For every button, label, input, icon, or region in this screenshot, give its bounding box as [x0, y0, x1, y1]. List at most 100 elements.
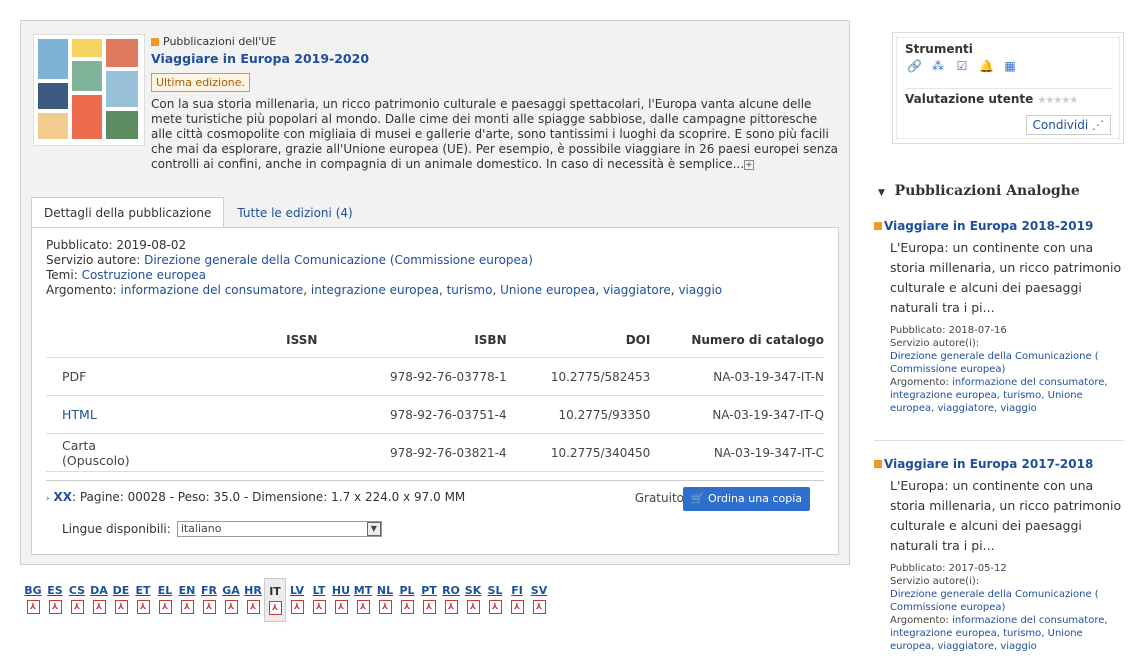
lang-en[interactable]: EN ⅄ [176, 578, 198, 622]
lang-code[interactable]: PL [399, 582, 414, 600]
pdf-icon[interactable]: ⅄ [26, 600, 40, 614]
subject-link[interactable]: integrazione europea [311, 283, 439, 297]
subject-link[interactable]: viaggio [678, 283, 722, 297]
lang-de[interactable]: DE ⅄ [110, 578, 132, 622]
pdf-icon[interactable]: ⅄ [114, 600, 128, 614]
grid-icon[interactable]: ▦ [1003, 59, 1017, 73]
language-select[interactable]: italiano ▼ [176, 521, 382, 537]
link-icon[interactable]: 🔗 [907, 59, 922, 73]
lang-fr[interactable]: FR ⅄ [198, 578, 220, 622]
pdf-icon[interactable]: ⅄ [202, 600, 216, 614]
lang-ga[interactable]: GA ⅄ [220, 578, 242, 622]
pdf-icon[interactable]: ⅄ [48, 600, 62, 614]
pdf-icon[interactable]: ⅄ [444, 600, 458, 614]
pdf-icon[interactable]: ⅄ [70, 600, 84, 614]
share-network-icon[interactable]: ⁂ [931, 59, 945, 73]
lang-lt[interactable]: LT ⅄ [308, 578, 330, 622]
lang-code[interactable]: MT [354, 582, 372, 600]
subject-link[interactable]: Unione europea [500, 283, 595, 297]
tab-publication-details[interactable]: Dettagli della pubblicazione [31, 197, 225, 228]
collapse-triangle-icon[interactable]: ▼ [878, 188, 885, 198]
lang-code[interactable]: NL [377, 582, 393, 600]
lang-et[interactable]: ET ⅄ [132, 578, 154, 622]
lang-bg[interactable]: BG ⅄ [22, 578, 44, 622]
checklist-icon[interactable]: ☑ [955, 59, 969, 73]
pdf-icon[interactable]: ⅄ [92, 600, 106, 614]
format-cell[interactable]: HTML [46, 395, 130, 434]
publication-cover-image[interactable] [33, 34, 145, 146]
publication-title[interactable]: Viaggiare in Europa 2019-2020 [151, 51, 841, 66]
lang-nl[interactable]: NL ⅄ [374, 578, 396, 622]
lang-code[interactable]: RO [442, 582, 460, 600]
theme-link[interactable]: Costruzione europea [82, 268, 206, 282]
pdf-icon[interactable]: ⅄ [466, 600, 480, 614]
tab-all-editions[interactable]: Tutte le edizioni (4) [224, 197, 365, 228]
lang-code[interactable]: EL [158, 582, 173, 600]
pdf-icon[interactable]: ⅄ [268, 601, 282, 615]
lang-code[interactable]: DA [90, 582, 108, 600]
pdf-icon[interactable]: ⅄ [224, 600, 238, 614]
lang-code[interactable]: SL [488, 582, 503, 600]
lang-code[interactable]: FI [511, 582, 523, 600]
pdf-icon[interactable]: ⅄ [488, 600, 502, 614]
lang-pl[interactable]: PL ⅄ [396, 578, 418, 622]
lang-el[interactable]: EL ⅄ [154, 578, 176, 622]
author-link[interactable]: Direzione generale della Comunicazione (… [144, 253, 533, 267]
lang-fi[interactable]: FI ⅄ [506, 578, 528, 622]
lang-code[interactable]: ET [135, 582, 150, 600]
lang-sv[interactable]: SV ⅄ [528, 578, 550, 622]
lang-it-selected[interactable]: IT ⅄ [264, 578, 286, 622]
lang-code[interactable]: GA [222, 582, 240, 600]
share-button[interactable]: Condividi ⋰ [1025, 115, 1111, 135]
pdf-icon[interactable]: ⅄ [312, 600, 326, 614]
lang-hr[interactable]: HR ⅄ [242, 578, 264, 622]
lang-code[interactable]: SV [531, 582, 547, 600]
lang-code[interactable]: FR [201, 582, 217, 600]
similar-title-link[interactable]: Viaggiare in Europa 2017-2018 [884, 457, 1093, 471]
similar-author-link[interactable]: Direzione generale della Comunicazione (… [890, 589, 1099, 613]
lang-code[interactable]: LV [290, 582, 304, 600]
lang-code[interactable]: ES [47, 582, 62, 600]
lang-lv[interactable]: LV ⅄ [286, 578, 308, 622]
similar-title-link[interactable]: Viaggiare in Europa 2018-2019 [884, 219, 1093, 233]
similar-author-link[interactable]: Direzione generale della Comunicazione (… [890, 351, 1099, 375]
lang-sl[interactable]: SL ⅄ [484, 578, 506, 622]
lang-sk[interactable]: SK ⅄ [462, 578, 484, 622]
pdf-icon[interactable]: ⅄ [180, 600, 194, 614]
rating-stars[interactable]: ★★★★★ [1037, 95, 1078, 106]
pdf-icon[interactable]: ⅄ [136, 600, 150, 614]
lang-code[interactable]: CS [69, 582, 85, 600]
lang-code[interactable]: IT [269, 583, 281, 601]
pdf-icon[interactable]: ⅄ [356, 600, 370, 614]
lang-ro[interactable]: RO ⅄ [440, 578, 462, 622]
subject-link[interactable]: viaggiatore [603, 283, 671, 297]
lang-pt[interactable]: PT ⅄ [418, 578, 440, 622]
lang-code[interactable]: EN [179, 582, 196, 600]
lang-code[interactable]: HR [244, 582, 262, 600]
pdf-icon[interactable]: ⅄ [334, 600, 348, 614]
bell-icon[interactable]: 🔔 [979, 59, 994, 73]
pdf-icon[interactable]: ⅄ [378, 600, 392, 614]
pdf-icon[interactable]: ⅄ [532, 600, 546, 614]
pdf-icon[interactable]: ⅄ [290, 600, 304, 614]
lang-code[interactable]: PT [421, 582, 437, 600]
lang-code[interactable]: LT [313, 582, 326, 600]
lang-da[interactable]: DA ⅄ [88, 578, 110, 622]
order-copy-button[interactable]: 🛒 Ordina una copia [682, 487, 810, 511]
subject-link[interactable]: informazione del consumatore [121, 283, 304, 297]
pdf-icon[interactable]: ⅄ [246, 600, 260, 614]
html-format-link[interactable]: HTML [62, 407, 97, 422]
lang-es[interactable]: ES ⅄ [44, 578, 66, 622]
print-code-link[interactable]: XX [53, 490, 72, 504]
lang-hu[interactable]: HU ⅄ [330, 578, 352, 622]
pdf-icon[interactable]: ⅄ [510, 600, 524, 614]
pdf-icon[interactable]: ⅄ [400, 600, 414, 614]
subject-link[interactable]: turismo [447, 283, 493, 297]
lang-code[interactable]: SK [465, 582, 481, 600]
lang-code[interactable]: BG [24, 582, 41, 600]
pdf-icon[interactable]: ⅄ [158, 600, 172, 614]
expand-chevron-icon[interactable]: › [46, 494, 50, 504]
lang-code[interactable]: DE [113, 582, 130, 600]
pdf-icon[interactable]: ⅄ [422, 600, 436, 614]
lang-mt[interactable]: MT ⅄ [352, 578, 374, 622]
